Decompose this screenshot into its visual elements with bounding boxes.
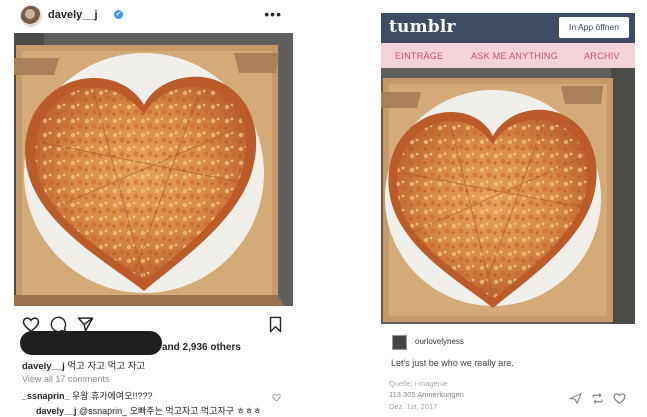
send-icon[interactable] xyxy=(569,392,582,410)
tumblr-header-bar: tumblr In App öffnen xyxy=(381,13,635,43)
nav-entries[interactable]: EINTRÄGE xyxy=(395,51,443,61)
post-image[interactable] xyxy=(14,33,293,306)
post-image[interactable] xyxy=(381,68,635,324)
nav-ask-me-anything[interactable]: ASK ME ANYTHING xyxy=(471,51,558,61)
post-header: davely__j ✔ ••• xyxy=(18,4,288,28)
comment-reply: davely__j @ssnaprin_ 오빠주는 먹고자고 먹고자구 ㅎㅎㅎ xyxy=(36,404,261,417)
tumblr-logo[interactable]: tumblr xyxy=(389,17,456,37)
comment-username[interactable]: _ssnaprin_ xyxy=(22,391,70,401)
comment: _ssnaprin_ 우왕 휴가에여오!!??? xyxy=(22,389,153,402)
avatar[interactable] xyxy=(20,5,42,27)
pizza-photo xyxy=(381,68,635,324)
notes-count[interactable]: 113.305 Anmerkungen xyxy=(389,390,464,399)
caption: davely__j 먹고 자고 먹고 자고 xyxy=(22,358,145,372)
comment-text: 우왕 휴가에여오!!??? xyxy=(69,391,153,401)
open-in-app-button[interactable]: In App öffnen xyxy=(559,17,629,38)
post-date: Dez. 1st, 2017 xyxy=(389,402,438,411)
username[interactable]: davely__j xyxy=(48,9,98,21)
verified-icon: ✔ xyxy=(114,10,123,19)
likes-count[interactable]: and 2,936 others xyxy=(162,342,241,353)
comment-like-icon[interactable] xyxy=(272,389,281,407)
nav-archive[interactable]: ARCHIV xyxy=(584,51,620,61)
post-source[interactable]: Quelle: i-magenie xyxy=(389,379,448,388)
post-text: Let's just be who we really are. xyxy=(391,358,514,368)
reply-username[interactable]: davely__j xyxy=(36,406,77,416)
pizza-photo xyxy=(14,33,293,306)
blog-username[interactable]: ourlovelyness xyxy=(415,337,464,346)
redacted-likers xyxy=(20,331,162,355)
blog-avatar[interactable] xyxy=(392,335,407,350)
caption-username[interactable]: davely__j xyxy=(22,361,65,372)
reblog-icon[interactable] xyxy=(591,392,604,410)
heart-icon[interactable] xyxy=(613,392,626,410)
reply-text: @ssnaprin_ 오빠주는 먹고자고 먹고자구 ㅎㅎㅎ xyxy=(76,406,262,416)
more-options-icon[interactable]: ••• xyxy=(264,6,282,22)
view-all-comments-link[interactable]: View all 17 comments xyxy=(22,374,109,384)
caption-text: 먹고 자고 먹고 자고 xyxy=(64,361,146,372)
post-actions xyxy=(569,392,633,406)
bookmark-icon[interactable] xyxy=(268,316,283,338)
blog-nav: EINTRÄGE ASK ME ANYTHING ARCHIV xyxy=(381,43,635,69)
